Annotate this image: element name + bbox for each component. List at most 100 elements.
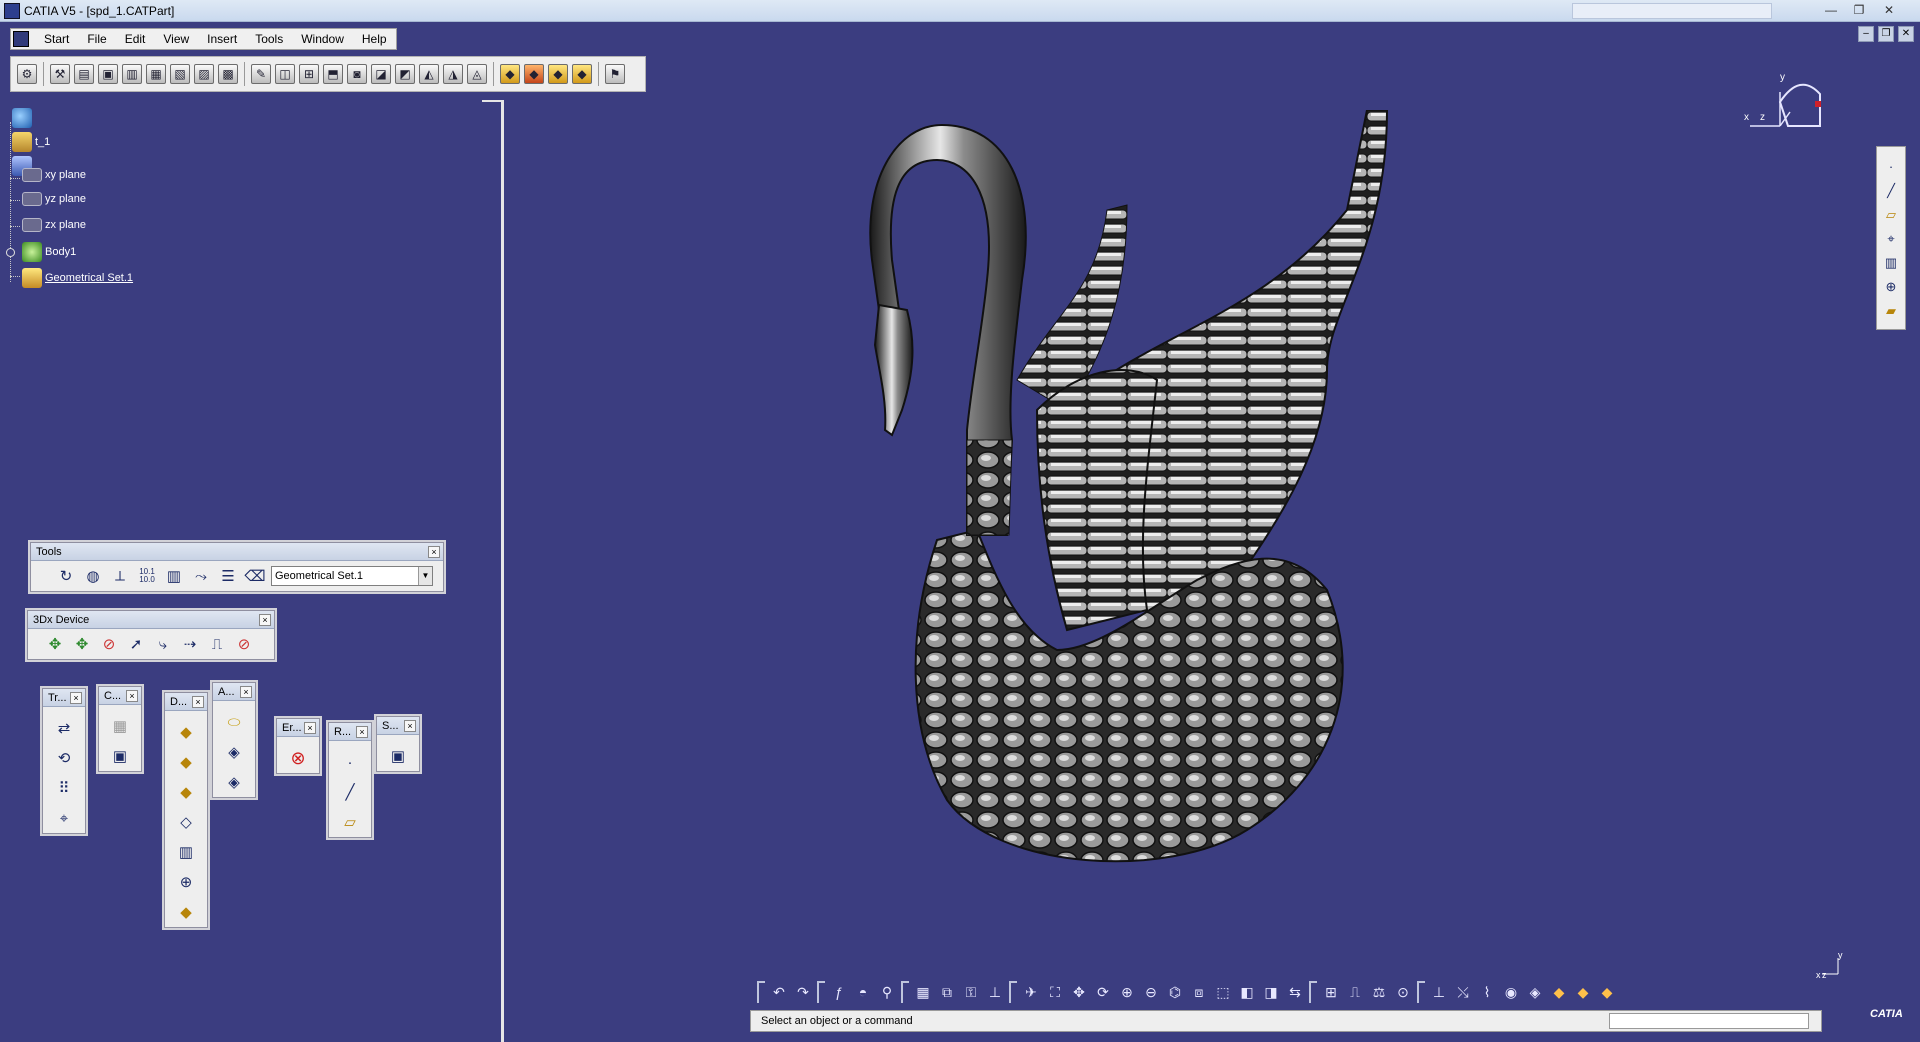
inertia-icon[interactable]: ⊙ <box>1393 982 1413 1002</box>
constraint-icon[interactable]: ▦ <box>109 715 131 737</box>
draft-icon[interactable]: ◬ <box>467 64 487 84</box>
close-icon[interactable]: × <box>304 722 316 734</box>
menu-edit[interactable]: Edit <box>116 29 155 49</box>
tree-root[interactable]: t_1 <box>12 132 50 152</box>
palette-header[interactable]: A... × <box>213 683 255 701</box>
extract-icon[interactable]: ▥ <box>1880 253 1902 272</box>
ruler-icon[interactable]: ⎍ <box>206 633 228 655</box>
normal-view-icon[interactable]: ⌬ <box>1165 982 1185 1002</box>
error-icon[interactable]: ⊗ <box>287 747 309 769</box>
rotate-icon[interactable]: ⟳ <box>1093 982 1113 1002</box>
stop-icon[interactable]: ⊘ <box>233 633 255 655</box>
palette-header[interactable]: Tools × <box>31 543 443 561</box>
fillet-icon[interactable]: ◆ <box>175 721 197 743</box>
chamfer-icon[interactable]: ◮ <box>443 64 463 84</box>
projection-icon[interactable]: ⌖ <box>1880 229 1902 248</box>
materials-icon[interactable]: ◆ <box>572 64 592 84</box>
tree-part-icon-group[interactable] <box>12 108 35 128</box>
plane-icon[interactable]: ▱ <box>1880 205 1902 224</box>
compass-icon[interactable]: ⤯ <box>1453 982 1473 1002</box>
links-icon[interactable]: ▨ <box>194 64 214 84</box>
dashed-line-icon[interactable]: ⇢ <box>179 633 201 655</box>
draft-icon[interactable]: ◆ <box>175 781 197 803</box>
tree-item-zx-plane[interactable]: zx plane <box>22 218 86 232</box>
print-icon[interactable]: ▦ <box>146 64 166 84</box>
measure-icon[interactable]: ⊞ <box>299 64 319 84</box>
save-icon[interactable]: ▣ <box>98 64 118 84</box>
line-icon[interactable]: ╱ <box>339 781 361 803</box>
curve-icon[interactable]: ⤷ <box>152 633 174 655</box>
pad-icon[interactable]: ⬒ <box>323 64 343 84</box>
chevron-down-icon[interactable]: ▼ <box>418 567 432 585</box>
pocket-icon[interactable]: ◙ <box>347 64 367 84</box>
palette-header[interactable]: D... × <box>165 693 207 711</box>
measure-icon[interactable]: ⊞ <box>1321 982 1341 1002</box>
swap-space-icon[interactable]: ⇆ <box>1285 982 1305 1002</box>
iso-view-icon[interactable]: ⬚ <box>1213 982 1233 1002</box>
thread-icon[interactable]: ◆ <box>175 901 197 923</box>
mass-icon[interactable]: ⚖ <box>1369 982 1389 1002</box>
target-icon[interactable]: ⊕ <box>1880 277 1902 296</box>
render-icon[interactable]: ◉ <box>1501 982 1521 1002</box>
fillet-icon[interactable]: ◭ <box>419 64 439 84</box>
close-icon[interactable]: × <box>192 696 204 708</box>
draft-analysis-icon[interactable]: ◈ <box>223 741 245 763</box>
save-management-icon[interactable]: ▥ <box>122 64 142 84</box>
close-icon[interactable]: × <box>126 690 138 702</box>
pan-icon[interactable]: ✥ <box>1069 982 1089 1002</box>
tree-item-body1[interactable]: Body1 <box>22 242 76 262</box>
disable-icon[interactable]: ⊘ <box>98 633 120 655</box>
close-icon[interactable]: × <box>70 692 82 704</box>
menu-file[interactable]: File <box>78 29 115 49</box>
translation-icon[interactable]: ⇄ <box>53 717 75 739</box>
fly-mode-icon[interactable]: ✈ <box>1021 982 1041 1002</box>
grid-icon[interactable]: ▦ <box>913 982 933 1002</box>
doc-restore-button[interactable]: ❐ <box>1878 26 1894 42</box>
multi-view-icon[interactable]: ⧈ <box>1189 982 1209 1002</box>
palette-header[interactable]: S... × <box>377 717 419 735</box>
gear-icon[interactable]: ⚙ <box>17 64 37 84</box>
sweep-icon[interactable]: ◪ <box>371 64 391 84</box>
rotation-icon[interactable]: ⟲ <box>53 747 75 769</box>
catalog-icon[interactable]: ▩ <box>218 64 238 84</box>
curvature-icon[interactable]: ◈ <box>223 771 245 793</box>
fit-all-icon[interactable]: ⛶ <box>1045 982 1065 1002</box>
shell-icon[interactable]: ◇ <box>175 811 197 833</box>
menu-start[interactable]: Start <box>35 29 78 49</box>
zoom-out-icon[interactable]: ⊖ <box>1141 982 1161 1002</box>
close-button[interactable]: ✕ <box>1876 1 1902 19</box>
search-field[interactable] <box>1572 3 1772 19</box>
swan-model[interactable] <box>767 110 1467 940</box>
menu-insert[interactable]: Insert <box>198 29 246 49</box>
tree-item-geometrical-set[interactable]: Geometrical Set.1 <box>22 268 133 288</box>
close-icon[interactable]: × <box>356 726 368 738</box>
sketch-icon[interactable]: ✎ <box>251 64 271 84</box>
publication-icon[interactable]: ◆ <box>1573 982 1593 1002</box>
tree-icon[interactable]: ⧉ <box>937 982 957 1002</box>
palette-header[interactable]: C... × <box>99 687 141 705</box>
menu-help[interactable]: Help <box>353 29 396 49</box>
constraint-box-icon[interactable]: ▣ <box>109 745 131 767</box>
globe-icon[interactable]: ◍ <box>82 565 104 587</box>
geometrical-set-dropdown[interactable]: Geometrical Set.1 ▼ <box>271 566 433 586</box>
curvature-icon[interactable]: ⌇ <box>1477 982 1497 1002</box>
menu-view[interactable]: View <box>154 29 198 49</box>
scaling-icon[interactable]: ⌖ <box>53 807 75 829</box>
point-icon[interactable]: · <box>1880 157 1902 176</box>
hide-show-icon[interactable]: ◨ <box>1261 982 1281 1002</box>
palette-header[interactable]: Er... × <box>277 719 319 737</box>
plane-icon[interactable]: ▱ <box>339 811 361 833</box>
edges-icon[interactable]: ◆ <box>548 64 568 84</box>
menu-tools[interactable]: Tools <box>246 29 292 49</box>
lock-icon[interactable]: ⚿ <box>961 982 981 1002</box>
shading-icon[interactable]: ◧ <box>1237 982 1257 1002</box>
axis-system-icon[interactable]: ⟂ <box>109 565 131 587</box>
redo-icon[interactable]: ↷ <box>793 982 813 1002</box>
apply-material-icon[interactable]: ◈ <box>1525 982 1545 1002</box>
desk-icon[interactable]: ▧ <box>170 64 190 84</box>
close-icon[interactable]: × <box>428 546 440 558</box>
palette-header[interactable]: R... × <box>329 723 371 741</box>
maximize-button[interactable]: ❐ <box>1846 1 1872 19</box>
zoom-in-icon[interactable]: ⊕ <box>1117 982 1137 1002</box>
document-icon[interactable] <box>13 31 29 47</box>
